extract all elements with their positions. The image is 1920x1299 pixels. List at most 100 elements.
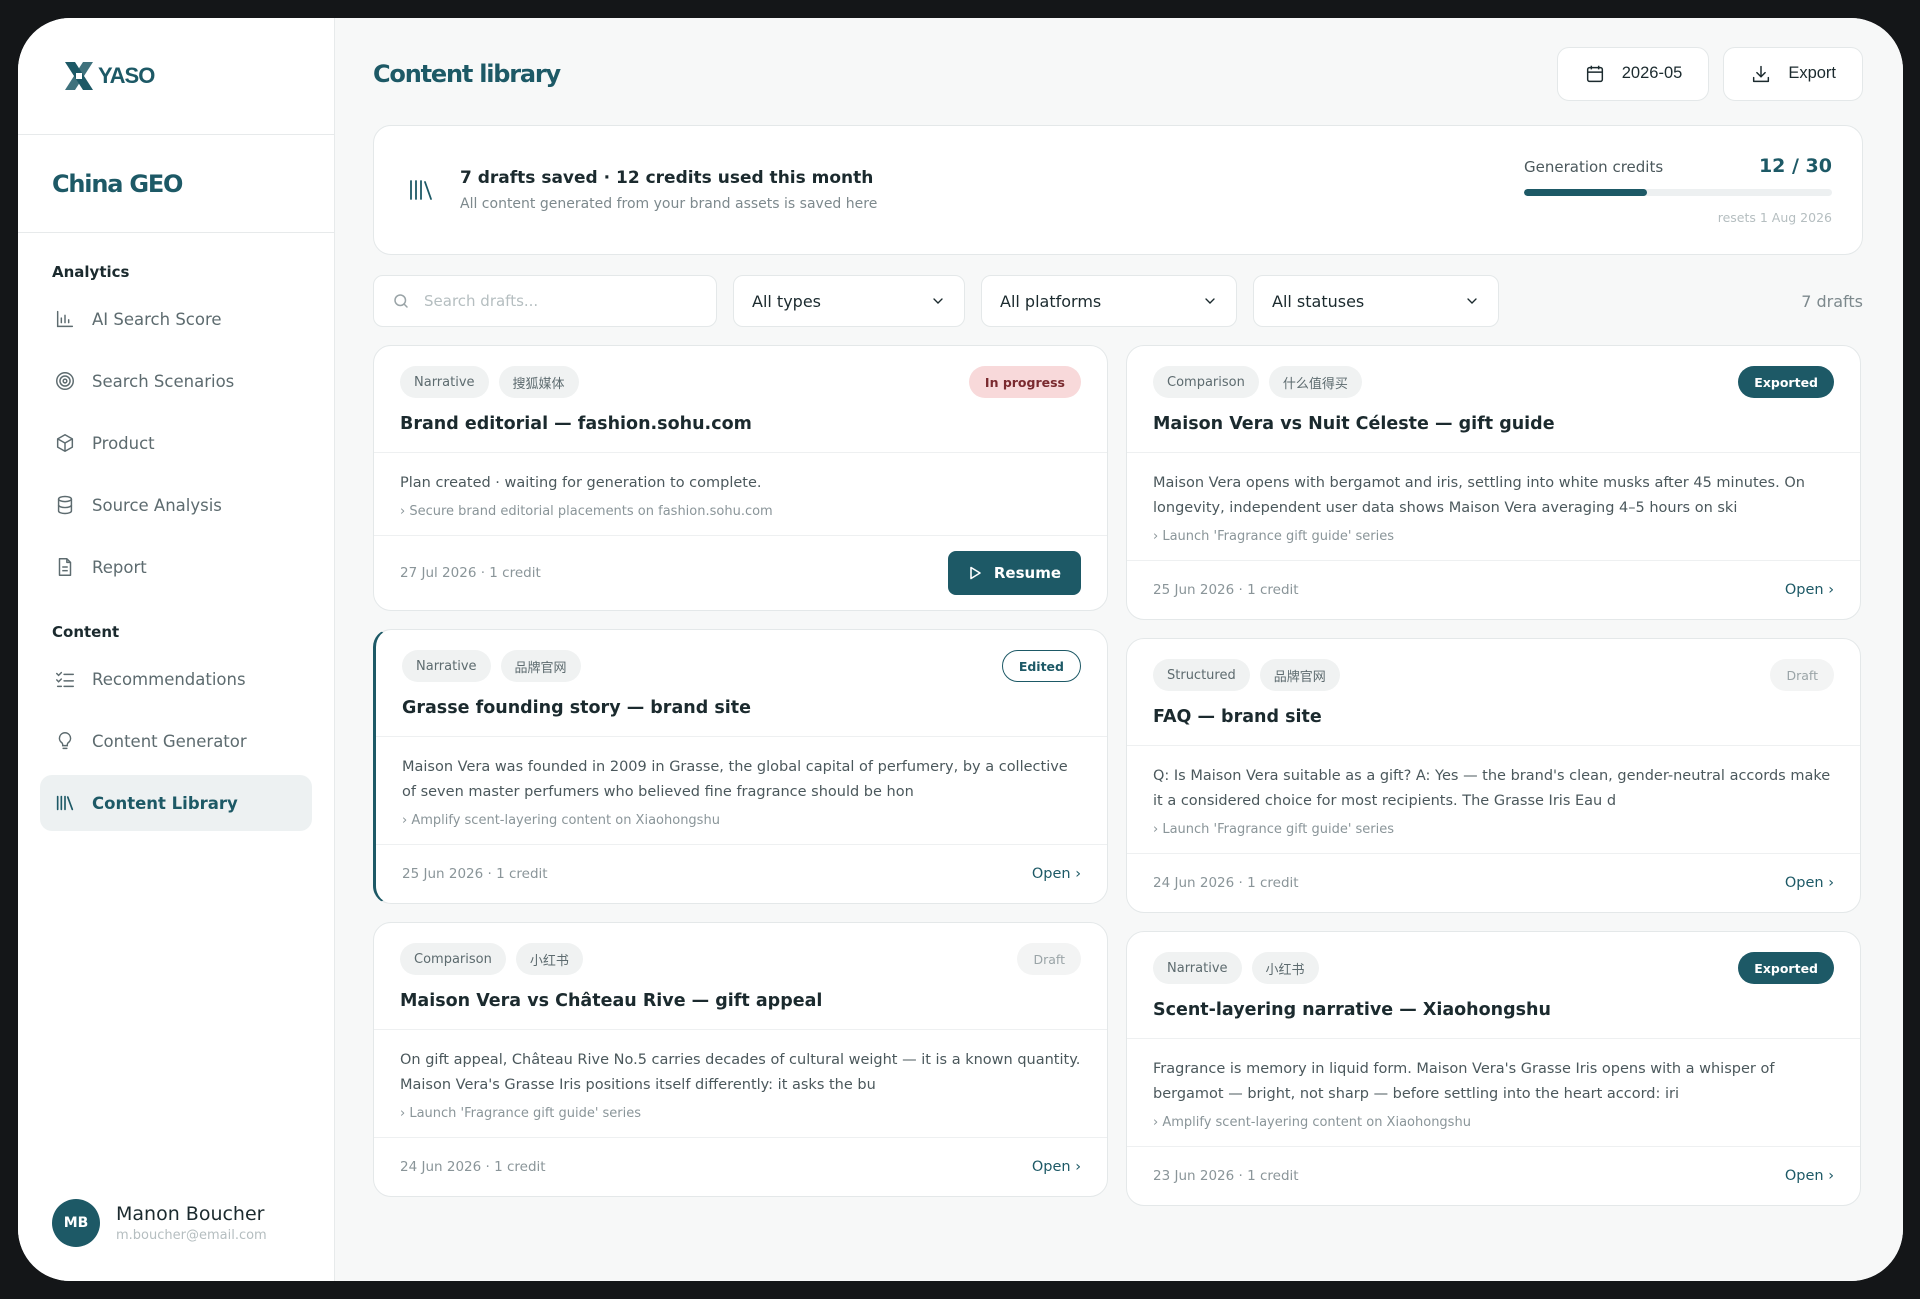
sidebar-item-recommendations[interactable]: Recommendations xyxy=(40,651,312,707)
user-profile[interactable]: MB Manon Boucher m.boucher@email.com xyxy=(52,1199,267,1247)
status-filter-value: All statuses xyxy=(1272,291,1365,311)
avatar: MB xyxy=(52,1199,100,1247)
status-badge: Draft xyxy=(1770,659,1834,691)
card-date: 24 Jun 2026 · 1 credit xyxy=(400,1159,546,1175)
open-link[interactable]: Open › xyxy=(1032,866,1081,882)
brand-logo[interactable]: YASO xyxy=(62,59,155,93)
sidebar-item-label: AI Search Score xyxy=(92,309,222,329)
draft-card[interactable]: Comparison 什么值得买 Exported Maison Vera vs… xyxy=(1126,345,1861,620)
sidebar-item-content-generator[interactable]: Content Generator xyxy=(40,713,312,769)
calendar-icon xyxy=(1586,65,1603,82)
download-icon xyxy=(1753,65,1770,82)
lightbulb-icon xyxy=(58,732,72,750)
sidebar-item-content-library[interactable]: Content Library xyxy=(40,775,312,831)
card-goal: › Amplify scent-layering content on Xiao… xyxy=(1153,1115,1471,1130)
open-link[interactable]: Open › xyxy=(1032,1159,1081,1175)
sidebar-item-label: Search Scenarios xyxy=(92,371,235,391)
column-left: Narrative 搜狐媒体 In progress Brand editori… xyxy=(373,345,1108,1206)
card-excerpt: Fragrance is memory in liquid form. Mais… xyxy=(1153,1061,1775,1102)
sidebar-item-ai-search-score[interactable]: AI Search Score xyxy=(40,291,312,347)
filter-bar: All types All platforms All statuses 7 d… xyxy=(373,275,1863,327)
card-title: Brand editorial — fashion.sohu.com xyxy=(400,414,752,434)
credits-count: 12 / 30 xyxy=(1758,155,1832,177)
workspace-name[interactable]: China GEO xyxy=(18,135,334,233)
search-input[interactable] xyxy=(424,292,704,310)
content-grid: Narrative 搜狐媒体 In progress Brand editori… xyxy=(373,345,1863,1206)
card-goal: › Launch 'Fragrance gift guide' series xyxy=(400,1106,642,1121)
type-filter-select[interactable]: All types xyxy=(733,275,965,327)
database-icon xyxy=(57,495,73,515)
draft-card[interactable]: Narrative 品牌官网 Edited Grasse founding st… xyxy=(373,629,1108,904)
bar-chart-icon xyxy=(56,310,74,328)
chevron-down-icon xyxy=(1205,298,1215,304)
card-goal: › Secure brand editorial placements on f… xyxy=(400,504,773,519)
status-filter-select[interactable]: All statuses xyxy=(1253,275,1499,327)
card-goal: › Launch 'Fragrance gift guide' series xyxy=(1153,822,1395,837)
export-button[interactable]: Export xyxy=(1723,46,1863,101)
sidebar-item-label: Recommendations xyxy=(92,669,246,689)
open-link[interactable]: Open › xyxy=(1785,875,1834,891)
open-link[interactable]: Open › xyxy=(1785,582,1834,598)
column-right: Comparison 什么值得买 Exported Maison Vera vs… xyxy=(1126,345,1861,1206)
summary-left: 7 drafts saved · 12 credits used this mo… xyxy=(406,168,877,212)
draft-card[interactable]: Structured 品牌官网 Draft FAQ — brand site Q… xyxy=(1126,638,1861,913)
resume-label: Resume xyxy=(993,564,1061,582)
library-icon xyxy=(410,180,432,200)
type-filter-value: All types xyxy=(752,291,821,311)
platform-tag: 小红书 xyxy=(1251,952,1319,984)
date-picker-button[interactable]: 2026-05 xyxy=(1556,46,1710,101)
card-excerpt: Plan created · waiting for generation to… xyxy=(400,475,762,491)
platform-filter-value: All platforms xyxy=(1000,291,1102,311)
topbar: Content library 2026-05 Export xyxy=(373,18,1863,125)
card-date: 24 Jun 2026 · 1 credit xyxy=(1153,875,1299,891)
drafts-count: 7 drafts xyxy=(1801,291,1863,311)
platform-tag: 什么值得买 xyxy=(1268,366,1362,398)
target-icon xyxy=(56,372,74,390)
card-goal: › Launch 'Fragrance gift guide' series xyxy=(1153,529,1395,544)
sidebar-item-label: Source Analysis xyxy=(92,495,222,515)
status-badge: Exported xyxy=(1738,952,1834,984)
chevron-down-icon xyxy=(933,298,943,304)
sidebar-item-search-scenarios[interactable]: Search Scenarios xyxy=(40,353,312,409)
card-date: 25 Jun 2026 · 1 credit xyxy=(402,866,548,882)
export-label: Export xyxy=(1788,64,1836,82)
card-goal: › Amplify scent-layering content on Xiao… xyxy=(402,813,720,828)
sidebar-item-source-analysis[interactable]: Source Analysis xyxy=(40,477,312,533)
status-badge: Draft xyxy=(1017,943,1081,975)
type-tag: Narrative xyxy=(400,366,489,398)
search-icon xyxy=(394,294,408,308)
type-tag: Narrative xyxy=(1153,952,1242,984)
library-icon xyxy=(56,795,74,811)
top-actions: 2026-05 Export xyxy=(1556,46,1863,101)
draft-card[interactable]: Comparison 小红书 Draft Maison Vera vs Chât… xyxy=(373,922,1108,1197)
play-icon xyxy=(970,566,981,580)
platform-tag: 品牌官网 xyxy=(1259,659,1340,691)
document-icon xyxy=(58,558,72,576)
credits-label: Generation credits xyxy=(1524,158,1664,176)
draft-card[interactable]: Narrative 搜狐媒体 In progress Brand editori… xyxy=(373,345,1108,611)
page-title: Content library xyxy=(373,59,561,88)
draft-card[interactable]: Narrative 小红书 Exported Scent-layering na… xyxy=(1126,931,1861,1206)
sidebar-item-product[interactable]: Product xyxy=(40,415,312,471)
credits-progress-bar xyxy=(1524,189,1832,196)
nav-analytics: Analytics AI Search Score Search Scenari… xyxy=(18,263,334,831)
platform-filter-select[interactable]: All platforms xyxy=(981,275,1237,327)
yaso-logo-icon xyxy=(65,62,93,90)
platform-tag: 搜狐媒体 xyxy=(498,366,579,398)
card-excerpt: On gift appeal, Château Rive No.5 carrie… xyxy=(400,1052,1081,1093)
card-excerpt: Maison Vera opens with bergamot and iris… xyxy=(1153,475,1805,516)
card-title: Grasse founding story — brand site xyxy=(402,698,751,718)
sidebar-item-report[interactable]: Report xyxy=(40,539,312,595)
logo-area: YASO xyxy=(18,18,334,135)
card-date: 25 Jun 2026 · 1 credit xyxy=(1153,582,1299,598)
summary-subtitle: All content generated from your brand as… xyxy=(460,196,878,212)
open-link[interactable]: Open › xyxy=(1785,1168,1834,1184)
card-excerpt: Q: Is Maison Vera suitable as a gift? A:… xyxy=(1153,768,1831,809)
search-box[interactable] xyxy=(373,275,717,327)
sidebar-item-label: Product xyxy=(92,433,155,453)
resume-button[interactable]: Resume xyxy=(947,551,1081,595)
nav-heading-analytics: Analytics xyxy=(52,263,130,281)
date-label: 2026-05 xyxy=(1621,64,1683,82)
type-tag: Comparison xyxy=(1153,366,1259,398)
type-tag: Narrative xyxy=(402,650,491,682)
